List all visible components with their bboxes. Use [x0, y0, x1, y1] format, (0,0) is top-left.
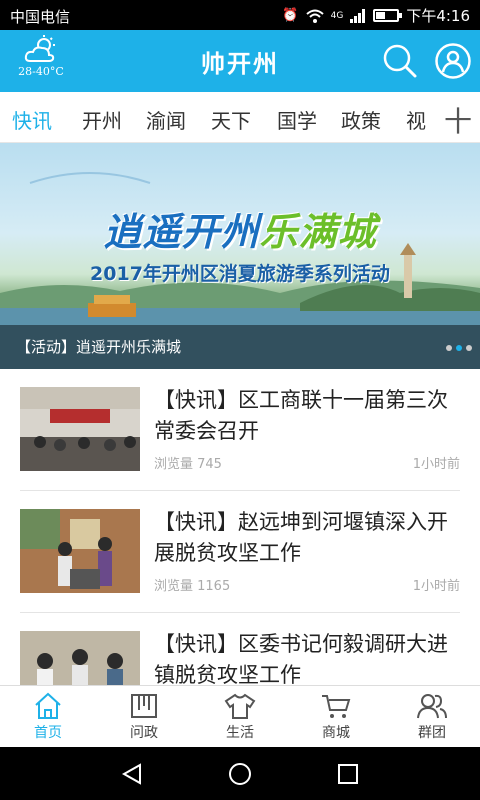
- nav-wenzheng-label: 问政: [130, 725, 158, 741]
- nav-life-label: 生活: [226, 725, 254, 741]
- nav-life[interactable]: 生活: [192, 686, 288, 748]
- carousel-dot: [466, 345, 472, 351]
- home-icon: [35, 692, 61, 719]
- tab-video[interactable]: 视: [406, 105, 426, 134]
- banner-caption: 【活动】逍遥开州乐满城: [16, 338, 182, 356]
- user-icon[interactable]: [434, 42, 472, 80]
- clock-label: 下午4:16: [406, 7, 470, 25]
- banner-headline-b: 乐满城: [259, 210, 377, 254]
- back-icon[interactable]: [120, 762, 144, 786]
- nav-home-label: 首页: [34, 725, 62, 741]
- network-type-label: 4G: [330, 10, 344, 21]
- alarm-icon: ⏰: [282, 8, 299, 23]
- search-icon[interactable]: [382, 43, 418, 79]
- nav-wenzheng[interactable]: 问政: [96, 686, 192, 748]
- news-title: 【快讯】区委书记何毅调研大进镇脱贫攻坚工作: [154, 632, 448, 685]
- nav-mall-label: 商城: [322, 725, 350, 741]
- nav-groups-label: 群团: [418, 725, 446, 741]
- news-item[interactable]: 【快讯】区委书记何毅调研大进镇脱贫攻坚工作: [20, 613, 460, 685]
- carousel-indicator: [446, 345, 472, 351]
- news-item[interactable]: 【快讯】区工商联十一届第三次常委会召开 浏览量 745 1小时前: [20, 369, 460, 491]
- tab-kuaixun[interactable]: 快讯: [12, 105, 52, 134]
- news-views: 浏览量 1165: [154, 579, 231, 594]
- book-icon: [131, 694, 157, 718]
- bottom-nav: 首页 问政 生活 商城 群团: [0, 685, 480, 747]
- home-button-icon[interactable]: [228, 762, 252, 786]
- add-tab-button[interactable]: 十: [444, 100, 472, 140]
- banner-headline: 逍遥开州乐满城: [0, 201, 480, 256]
- news-thumbnail: [20, 509, 140, 593]
- recents-icon[interactable]: [336, 762, 360, 786]
- news-thumbnail: [20, 631, 140, 685]
- banner-subline: 2017年开州区消夏旅游季系列活动: [90, 263, 390, 285]
- news-item[interactable]: 【快讯】赵远坤到河堰镇深入开展脱贫攻坚工作 浏览量 1165 1小时前: [20, 491, 460, 613]
- battery-icon: [373, 9, 403, 22]
- tab-zhengce[interactable]: 政策: [341, 105, 381, 134]
- news-time: 1小时前: [412, 579, 460, 594]
- app-header: 28-40°C 帅开州: [0, 30, 480, 92]
- tab-kaizhou[interactable]: 开州: [82, 105, 122, 134]
- banner-headline-a: 逍遥开州: [103, 210, 260, 254]
- carousel-dot-active: [456, 345, 462, 351]
- cart-icon: [322, 695, 351, 718]
- news-thumbnail: [20, 387, 140, 471]
- wifi-icon: [305, 9, 324, 23]
- news-title: 【快讯】区工商联十一届第三次常委会召开: [154, 388, 448, 443]
- people-icon: [417, 694, 447, 719]
- news-time: 1小时前: [412, 457, 460, 472]
- carrier-label: 中国电信: [10, 8, 71, 26]
- nav-home[interactable]: 首页: [0, 686, 96, 748]
- signal-icon: [350, 8, 366, 23]
- news-views: 浏览量 745: [154, 457, 222, 472]
- news-list: 【快讯】区工商联十一届第三次常委会召开 浏览量 745 1小时前 【快讯】赵远坤…: [0, 369, 480, 685]
- system-nav-bar: [0, 747, 480, 800]
- tab-guoxue[interactable]: 国学: [277, 105, 317, 134]
- carousel-dot: [446, 345, 452, 351]
- tab-tianxia[interactable]: 天下: [211, 105, 251, 134]
- news-title: 【快讯】赵远坤到河堰镇深入开展脱贫攻坚工作: [154, 510, 448, 565]
- tab-yuwen[interactable]: 渝闻: [146, 105, 186, 134]
- banner-carousel[interactable]: 逍遥开州乐满城 2017年开州区消夏旅游季系列活动 【活动】逍遥开州乐满城: [0, 143, 480, 369]
- nav-mall[interactable]: 商城: [288, 686, 384, 748]
- status-bar: 中国电信 ⏰ 4G 下午4:16: [0, 0, 480, 30]
- nav-groups[interactable]: 群团: [384, 686, 480, 748]
- shirt-icon: [224, 693, 256, 719]
- category-tabs: 快讯 开州 渝闻 天下 国学 政策 视 十: [0, 92, 480, 143]
